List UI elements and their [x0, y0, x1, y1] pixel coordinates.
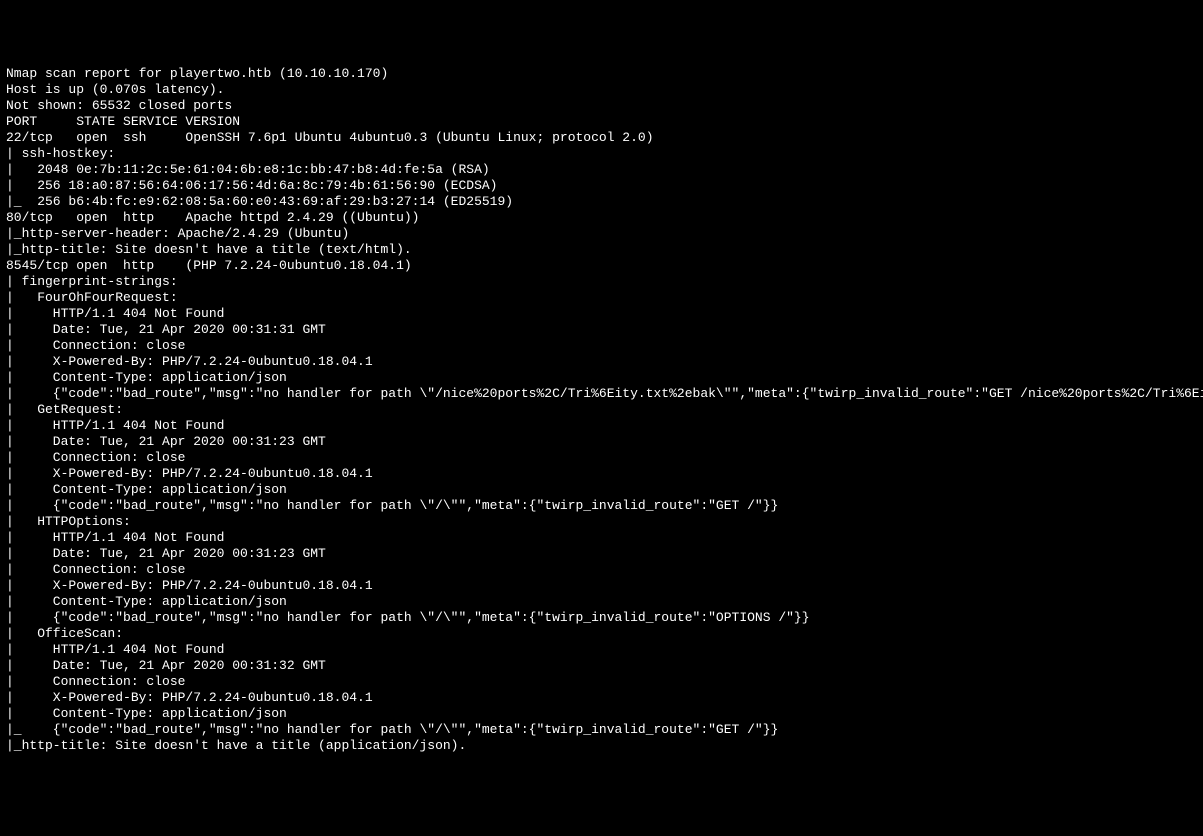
terminal-line: | HTTP/1.1 404 Not Found [6, 642, 1197, 658]
terminal-line: | Connection: close [6, 450, 1197, 466]
terminal-line: | Date: Tue, 21 Apr 2020 00:31:31 GMT [6, 322, 1197, 338]
terminal-line: | {"code":"bad_route","msg":"no handler … [6, 386, 1197, 402]
terminal-line: | HTTPOptions: [6, 514, 1197, 530]
terminal-line: | 2048 0e:7b:11:2c:5e:61:04:6b:e8:1c:bb:… [6, 162, 1197, 178]
terminal-line: | ssh-hostkey: [6, 146, 1197, 162]
terminal-line: | Date: Tue, 21 Apr 2020 00:31:32 GMT [6, 658, 1197, 674]
terminal-line: | X-Powered-By: PHP/7.2.24-0ubuntu0.18.0… [6, 466, 1197, 482]
terminal-line: Host is up (0.070s latency). [6, 82, 1197, 98]
terminal-line: | Date: Tue, 21 Apr 2020 00:31:23 GMT [6, 546, 1197, 562]
terminal-line: | fingerprint-strings: [6, 274, 1197, 290]
terminal-line: | Content-Type: application/json [6, 482, 1197, 498]
terminal-line: |_http-title: Site doesn't have a title … [6, 738, 1197, 754]
terminal-line: | HTTP/1.1 404 Not Found [6, 306, 1197, 322]
terminal-line: 8545/tcp open http (PHP 7.2.24-0ubuntu0.… [6, 258, 1197, 274]
terminal-line: | FourOhFourRequest: [6, 290, 1197, 306]
terminal-line: 80/tcp open http Apache httpd 2.4.29 ((U… [6, 210, 1197, 226]
terminal-line: | Date: Tue, 21 Apr 2020 00:31:23 GMT [6, 434, 1197, 450]
terminal-output: Nmap scan report for playertwo.htb (10.1… [6, 66, 1197, 754]
terminal-line: | HTTP/1.1 404 Not Found [6, 530, 1197, 546]
terminal-line: |_http-title: Site doesn't have a title … [6, 242, 1197, 258]
terminal-line: Not shown: 65532 closed ports [6, 98, 1197, 114]
terminal-line: | {"code":"bad_route","msg":"no handler … [6, 498, 1197, 514]
terminal-line: | Connection: close [6, 562, 1197, 578]
terminal-line: | Content-Type: application/json [6, 594, 1197, 610]
terminal-line: | OfficeScan: [6, 626, 1197, 642]
terminal-line: Nmap scan report for playertwo.htb (10.1… [6, 66, 1197, 82]
terminal-line: | X-Powered-By: PHP/7.2.24-0ubuntu0.18.0… [6, 578, 1197, 594]
terminal-line: | 256 18:a0:87:56:64:06:17:56:4d:6a:8c:7… [6, 178, 1197, 194]
terminal-line: |_ {"code":"bad_route","msg":"no handler… [6, 722, 1197, 738]
terminal-line: | Connection: close [6, 338, 1197, 354]
terminal-line: | Connection: close [6, 674, 1197, 690]
terminal-line: |_http-server-header: Apache/2.4.29 (Ubu… [6, 226, 1197, 242]
terminal-line: | {"code":"bad_route","msg":"no handler … [6, 610, 1197, 626]
terminal-line: | Content-Type: application/json [6, 706, 1197, 722]
terminal-line: | Content-Type: application/json [6, 370, 1197, 386]
terminal-line: 22/tcp open ssh OpenSSH 7.6p1 Ubuntu 4ub… [6, 130, 1197, 146]
terminal-line: |_ 256 b6:4b:fc:e9:62:08:5a:60:e0:43:69:… [6, 194, 1197, 210]
terminal-line: | X-Powered-By: PHP/7.2.24-0ubuntu0.18.0… [6, 354, 1197, 370]
terminal-line: PORT STATE SERVICE VERSION [6, 114, 1197, 130]
terminal-line: | X-Powered-By: PHP/7.2.24-0ubuntu0.18.0… [6, 690, 1197, 706]
terminal-line: | GetRequest: [6, 402, 1197, 418]
terminal-line: | HTTP/1.1 404 Not Found [6, 418, 1197, 434]
